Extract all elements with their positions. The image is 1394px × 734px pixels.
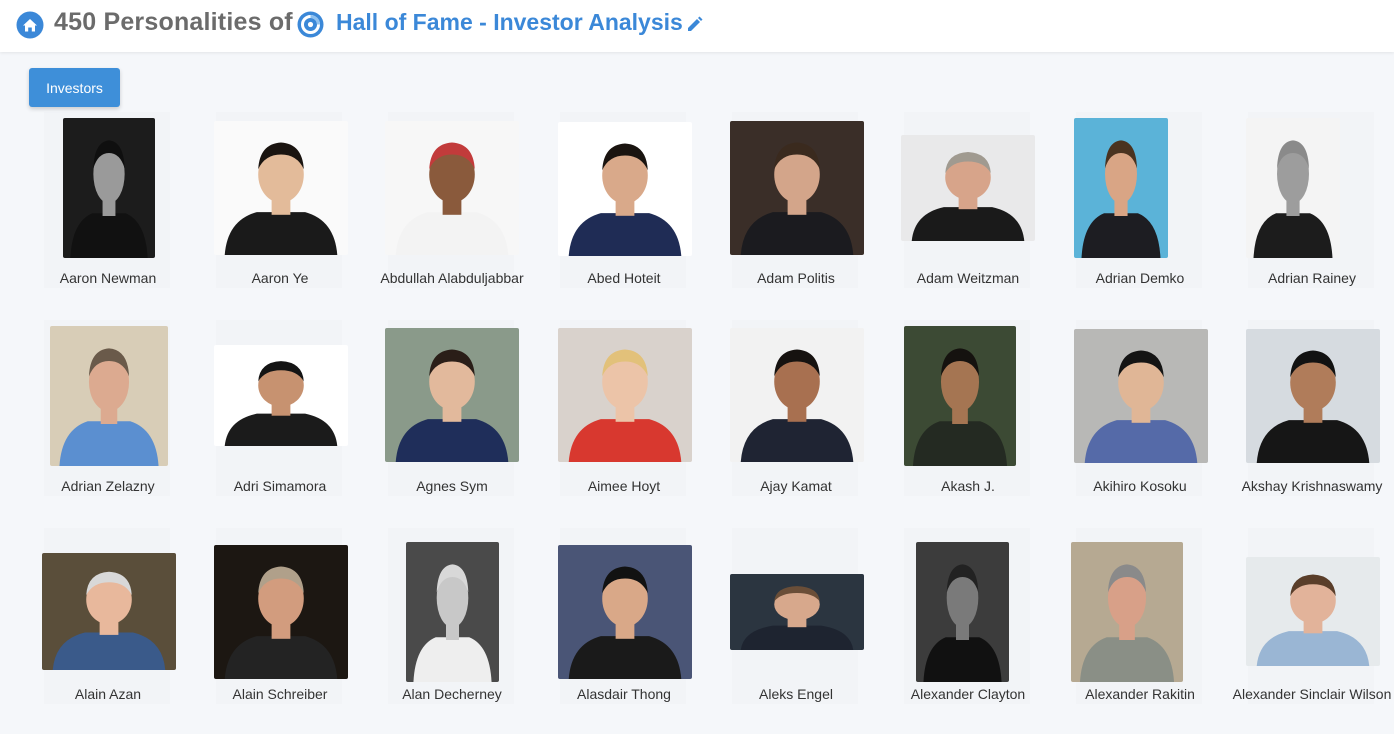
- personality-name[interactable]: Ajay Kamat: [710, 475, 882, 498]
- personality-card[interactable]: Alain Azan: [22, 526, 194, 734]
- personality-card[interactable]: Alasdair Thong: [538, 526, 710, 734]
- investors-tab-button[interactable]: Investors: [29, 68, 120, 107]
- portrait-photo[interactable]: [730, 121, 864, 255]
- personality-card[interactable]: Alan Decherney: [366, 526, 538, 734]
- personality-card[interactable]: Alexander Clayton: [882, 526, 1054, 734]
- personality-name[interactable]: Akshay Krishnaswamy: [1226, 475, 1394, 498]
- personality-card[interactable]: Adam Politis: [710, 110, 882, 318]
- portrait-photo[interactable]: [406, 542, 499, 682]
- portrait-photo[interactable]: [1246, 557, 1380, 666]
- personality-count-title: 450 Personalities of: [54, 8, 293, 36]
- personality-grid: Aaron Newman Aaron Ye Abdullah Alabduljabb…: [22, 110, 1394, 734]
- personality-name[interactable]: Agnes Sym: [366, 475, 538, 498]
- portrait-photo[interactable]: [50, 326, 168, 466]
- top-header: 450 Personalities of Hall of Fame - Inve…: [0, 0, 1394, 52]
- personality-name[interactable]: Alexander Clayton: [882, 683, 1054, 706]
- personality-name[interactable]: Adam Weitzman: [882, 267, 1054, 290]
- personality-name[interactable]: Aleks Engel: [710, 683, 882, 706]
- portrait-photo[interactable]: [385, 328, 519, 462]
- personality-card[interactable]: Adrian Zelazny: [22, 318, 194, 526]
- personality-card[interactable]: Akihiro Kosoku: [1054, 318, 1226, 526]
- personality-name[interactable]: Aimee Hoyt: [538, 475, 710, 498]
- personality-name[interactable]: Adrian Zelazny: [22, 475, 194, 498]
- portrait-photo[interactable]: [901, 135, 1035, 241]
- personality-card[interactable]: Alexander Rakitin: [1054, 526, 1226, 734]
- personality-name[interactable]: Abed Hoteit: [538, 267, 710, 290]
- portrait-photo[interactable]: [558, 328, 692, 462]
- portrait-photo[interactable]: [558, 122, 692, 256]
- personality-name[interactable]: Alasdair Thong: [538, 683, 710, 706]
- portrait-photo[interactable]: [558, 545, 692, 679]
- personality-card[interactable]: Aimee Hoyt: [538, 318, 710, 526]
- personality-card[interactable]: Akash J.: [882, 318, 1054, 526]
- personality-card[interactable]: Akshay Krishnaswamy: [1226, 318, 1394, 526]
- personality-card[interactable]: Adrian Rainey: [1226, 110, 1394, 318]
- personality-card[interactable]: Agnes Sym: [366, 318, 538, 526]
- personality-name[interactable]: Adrian Demko: [1054, 267, 1226, 290]
- personality-name[interactable]: Akash J.: [882, 475, 1054, 498]
- personality-name[interactable]: Akihiro Kosoku: [1054, 475, 1226, 498]
- portrait-photo[interactable]: [214, 345, 348, 446]
- portrait-photo[interactable]: [904, 326, 1016, 466]
- portrait-photo[interactable]: [1074, 329, 1208, 463]
- portrait-photo[interactable]: [214, 545, 348, 679]
- personality-name[interactable]: Alexander Rakitin: [1054, 683, 1226, 706]
- portrait-photo[interactable]: [214, 121, 348, 255]
- portrait-photo[interactable]: [916, 542, 1009, 682]
- personality-name[interactable]: Alain Azan: [22, 683, 194, 706]
- app-logo-icon: [297, 11, 324, 38]
- personality-card[interactable]: Aleks Engel: [710, 526, 882, 734]
- portrait-photo[interactable]: [1074, 118, 1168, 258]
- personality-name[interactable]: Aaron Ye: [194, 267, 366, 290]
- portrait-photo[interactable]: [1246, 329, 1380, 463]
- personality-card[interactable]: Adri Simamora: [194, 318, 366, 526]
- personality-card[interactable]: Ajay Kamat: [710, 318, 882, 526]
- personality-name[interactable]: Alan Decherney: [366, 683, 538, 706]
- portrait-photo[interactable]: [63, 118, 155, 258]
- personality-name[interactable]: Aaron Newman: [22, 267, 194, 290]
- personality-card[interactable]: Aaron Newman: [22, 110, 194, 318]
- portrait-photo[interactable]: [42, 553, 176, 670]
- pencil-edit-icon[interactable]: [686, 15, 704, 33]
- personality-name[interactable]: Adrian Rainey: [1226, 267, 1394, 290]
- personality-card[interactable]: Abed Hoteit: [538, 110, 710, 318]
- portrait-photo[interactable]: [1071, 542, 1183, 682]
- personality-card[interactable]: Aaron Ye: [194, 110, 366, 318]
- portrait-photo[interactable]: [730, 574, 864, 650]
- portrait-photo[interactable]: [385, 121, 519, 255]
- personality-card[interactable]: Adam Weitzman: [882, 110, 1054, 318]
- personality-name[interactable]: Alexander Sinclair Wilson: [1226, 683, 1394, 706]
- personality-card[interactable]: Alain Schreiber: [194, 526, 366, 734]
- portrait-photo[interactable]: [1246, 118, 1340, 258]
- personality-card[interactable]: Adrian Demko: [1054, 110, 1226, 318]
- home-icon[interactable]: [16, 11, 44, 39]
- personality-card[interactable]: Abdullah Alabduljabbar: [366, 110, 538, 318]
- portrait-photo[interactable]: [730, 328, 864, 462]
- project-title[interactable]: Hall of Fame - Investor Analysis: [336, 9, 683, 36]
- personality-card[interactable]: Alexander Sinclair Wilson: [1226, 526, 1394, 734]
- personality-name[interactable]: Adam Politis: [710, 267, 882, 290]
- personality-name[interactable]: Alain Schreiber: [194, 683, 366, 706]
- personality-name[interactable]: Abdullah Alabduljabbar: [366, 267, 538, 290]
- personality-name[interactable]: Adri Simamora: [194, 475, 366, 498]
